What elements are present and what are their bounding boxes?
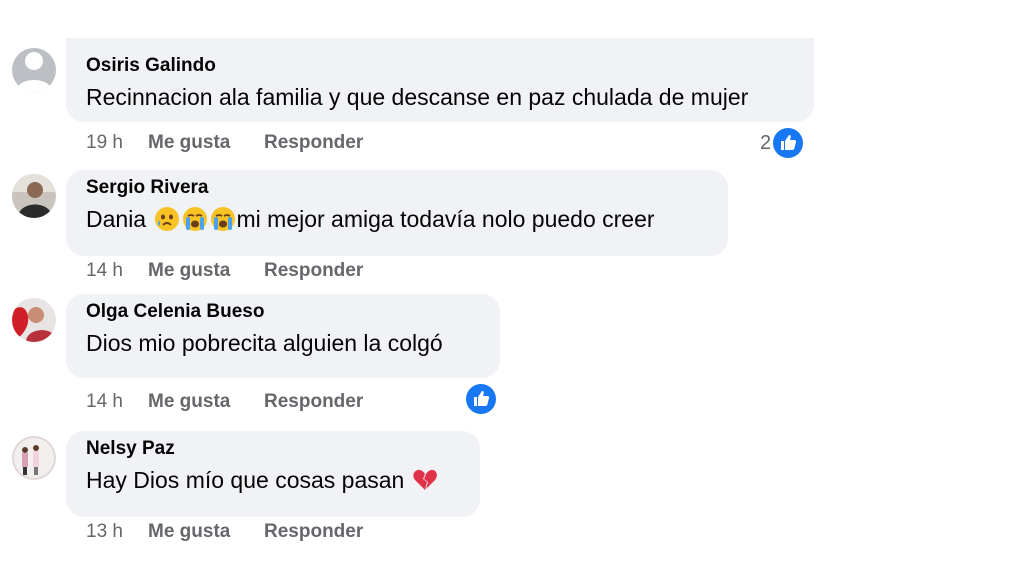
like-button[interactable]: Me gusta <box>148 132 264 154</box>
comment-author[interactable]: Sergio Rivera <box>86 176 708 200</box>
comment-text-end: mi mejor amiga todavía nolo puedo creer <box>236 206 655 232</box>
comment-text: Recinnacion ala familia y que descanse e… <box>86 84 749 110</box>
like-button[interactable]: Me gusta <box>148 521 264 543</box>
comment-actions: 14 h Me gusta Responder <box>86 391 363 415</box>
profile-photo-icon <box>12 174 56 218</box>
comment-text: Dania mi mejor amiga todavía nolo puedo … <box>86 204 708 234</box>
comment-bubble: Nelsy Paz Hay Dios mío que cosas pasan <box>66 431 480 517</box>
loudly-crying-face-icon <box>182 207 207 231</box>
avatar[interactable] <box>12 48 56 92</box>
like-button[interactable]: Me gusta <box>148 391 264 413</box>
comment-author[interactable]: Olga Celenia Bueso <box>86 300 480 324</box>
comment-time[interactable]: 13 h <box>86 521 148 543</box>
reaction-summary[interactable]: 2 <box>760 128 804 158</box>
reply-button[interactable]: Responder <box>264 260 363 282</box>
avatar[interactable] <box>12 298 56 342</box>
like-button[interactable]: Me gusta <box>148 260 264 282</box>
comment-author[interactable]: Osiris Galindo <box>86 54 794 78</box>
comment-actions: 19 h Me gusta Responder <box>86 132 363 156</box>
comment-text: Hay Dios mío que cosas pasan <box>86 465 460 495</box>
comment-actions: 14 h Me gusta Responder <box>86 260 363 284</box>
broken-heart-icon <box>413 469 437 490</box>
comment-actions: 13 h Me gusta Responder <box>86 521 363 545</box>
like-icon <box>773 128 804 158</box>
avatar[interactable] <box>12 436 56 480</box>
reply-button[interactable]: Responder <box>264 521 363 543</box>
comment-text-body: Hay Dios mío que cosas pasan <box>86 467 405 493</box>
profile-photo-icon <box>12 298 56 342</box>
comment-time[interactable]: 19 h <box>86 132 148 154</box>
crying-face-icon <box>154 207 179 231</box>
profile-photo-icon <box>12 436 56 480</box>
comment-text-start: Dania <box>86 206 147 232</box>
comment-text: Dios mio pobrecita alguien la colgó <box>86 330 443 356</box>
comment-bubble: Olga Celenia Bueso Dios mio pobrecita al… <box>66 294 500 378</box>
reaction-summary[interactable] <box>464 384 496 414</box>
reply-button[interactable]: Responder <box>264 391 363 413</box>
reaction-count: 2 <box>760 131 772 154</box>
comment-time[interactable]: 14 h <box>86 260 148 282</box>
comment-bubble: Osiris Galindo Recinnacion ala familia y… <box>66 38 814 122</box>
comment-author[interactable]: Nelsy Paz <box>86 437 460 461</box>
avatar[interactable] <box>12 174 56 218</box>
comment-time[interactable]: 14 h <box>86 391 148 413</box>
comment-bubble: Sergio Rivera Dania mi mejor amiga todav… <box>66 170 728 256</box>
like-icon <box>466 384 496 414</box>
loudly-crying-face-icon <box>210 207 235 231</box>
default-profile-icon <box>12 48 56 92</box>
reply-button[interactable]: Responder <box>264 132 363 154</box>
